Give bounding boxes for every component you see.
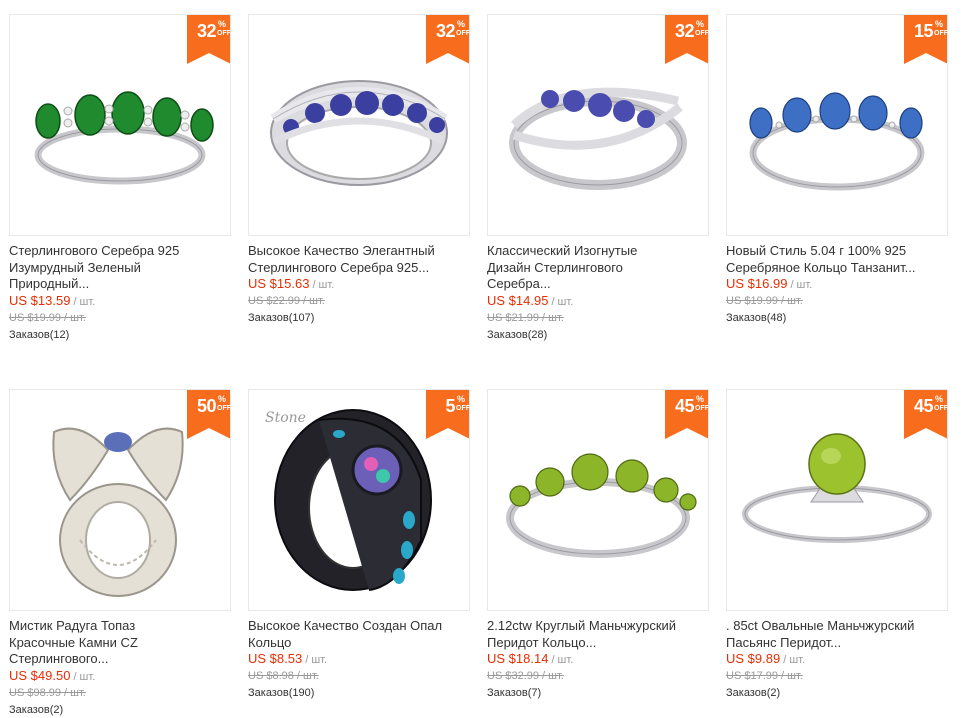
product-title[interactable]: 2.12ctw Круглый Маньчжурский Перидот Кол…: [487, 618, 709, 651]
price-row: US $15.63/ шт.: [248, 276, 335, 291]
watermark: Stone: [265, 410, 306, 426]
orders-count: Заказов(48): [726, 312, 787, 324]
orders-count: Заказов(12): [9, 328, 70, 341]
orders-count: Заказов(2): [9, 703, 64, 716]
old-price: US $21.99 / шт.: [487, 311, 564, 324]
product-card[interactable]: 32 % OFF Стерлингового Серебра 925 Изумр…: [9, 14, 231, 343]
product-title[interactable]: . 85ct Овальные Маньчжурский Пасьянс Пер…: [726, 618, 948, 651]
orders-count: Заказов(107): [248, 312, 315, 324]
discount-value: 32: [196, 21, 217, 41]
product-card[interactable]: 32 % OFF Классический Изогнутые Дизайн С…: [487, 14, 709, 343]
old-price: US $98.99 / шт.: [9, 686, 86, 699]
price-row: US $9.89/ шт.: [726, 651, 806, 666]
old-price: US $17.99 / шт.: [726, 670, 803, 682]
product-title[interactable]: Стерлингового Серебра 925 Изумрудный Зел…: [9, 243, 231, 293]
price-row: US $49.50/ шт.: [9, 667, 96, 683]
product-title[interactable]: Мистик Радуга Топаз Красочные Камни CZ С…: [9, 618, 231, 668]
price-row: US $18.14/ шт.: [487, 651, 574, 666]
orders-count: Заказов(7): [487, 687, 542, 699]
product-card[interactable]: 50 % OFF Мистик Радуга Топаз Красочные К…: [9, 389, 231, 718]
product-card[interactable]: 45 % OFF . 85ct Овальные Маньчжурский Па…: [726, 389, 948, 701]
product-card[interactable]: 45 % OFF 2.12ctw Круглый Маньчжурский Пе…: [487, 389, 709, 701]
product-title[interactable]: Высокое Качество Создан Опал Кольцо: [248, 618, 470, 651]
product-image[interactable]: 50 % OFF: [9, 389, 231, 611]
price-row: US $13.59/ шт.: [9, 292, 96, 308]
product-title[interactable]: Новый Стиль 5.04 г 100% 925 Серебряное К…: [726, 243, 948, 276]
product-card[interactable]: 15 % OFF Новый Стиль 5.04 г 100% 925 Сер…: [726, 14, 948, 326]
product-image[interactable]: 32 % OFF: [487, 14, 709, 236]
product-image[interactable]: 32 % OFF: [248, 14, 470, 236]
price-row: US $14.95/ шт.: [487, 292, 574, 308]
orders-count: Заказов(190): [248, 687, 315, 699]
old-price: US $19.99 / шт.: [9, 311, 86, 324]
product-image[interactable]: 45 % OFF: [487, 389, 709, 611]
old-price: US $19.99 / шт.: [726, 295, 803, 307]
product-card[interactable]: 32 % OFF Высокое Качество Элегантный Сте…: [248, 14, 470, 326]
product-image[interactable]: 15 % OFF: [726, 14, 948, 236]
product-card[interactable]: Stone 5 % OFF Высокое Качество Создан Оп…: [248, 389, 470, 701]
product-image[interactable]: Stone 5 % OFF: [248, 389, 470, 611]
old-price: US $22.99 / шт.: [248, 295, 325, 307]
price: US $13.59: [9, 292, 71, 308]
orders-count: Заказов(2): [726, 687, 781, 699]
old-price: US $8.98 / шт.: [248, 670, 319, 682]
product-image[interactable]: 32 % OFF: [9, 14, 231, 236]
product-title[interactable]: Высокое Качество Элегантный Стерлинговог…: [248, 243, 470, 276]
price-row: US $16.99/ шт.: [726, 276, 813, 291]
orders-count: Заказов(28): [487, 328, 548, 341]
price-row: US $8.53/ шт.: [248, 651, 328, 666]
product-title[interactable]: Классический Изогнутые Дизайн Стерлингов…: [487, 243, 709, 293]
old-price: US $32.99 / шт.: [487, 670, 564, 682]
product-image[interactable]: 45 % OFF: [726, 389, 948, 611]
